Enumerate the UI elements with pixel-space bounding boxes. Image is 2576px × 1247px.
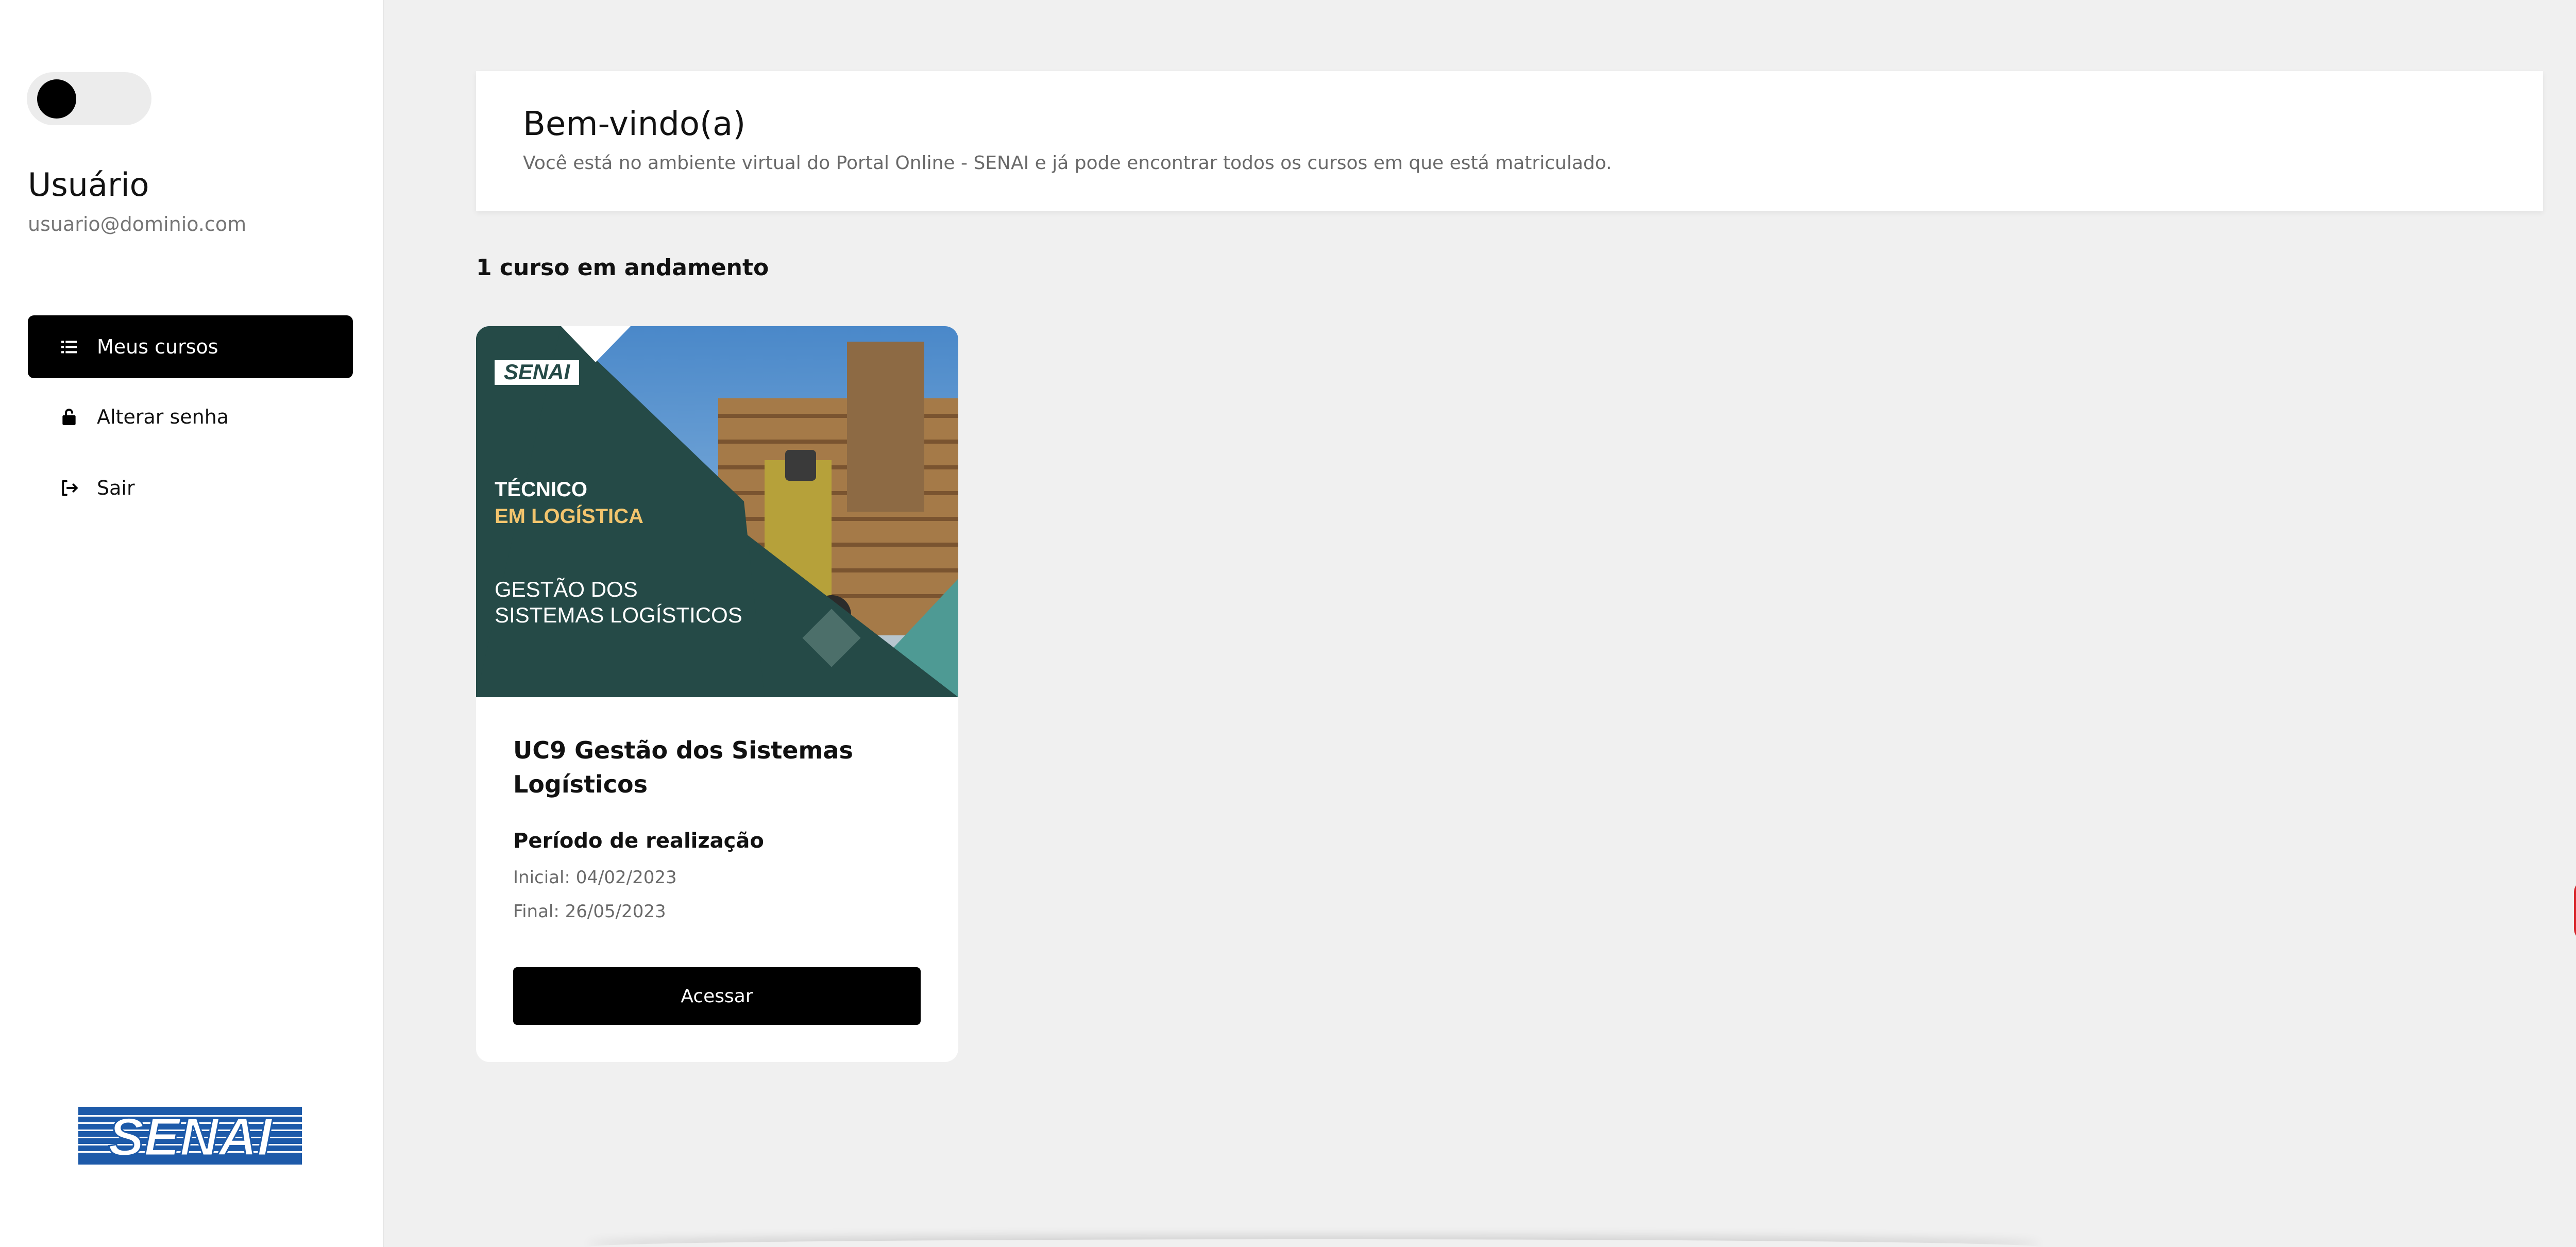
access-button[interactable]: Acessar	[513, 967, 921, 1025]
nav-item-meus-cursos[interactable]: Meus cursos	[28, 315, 353, 378]
user-name: Usuário	[28, 166, 149, 204]
course-banner: SENAI TÉCNICO EM LOGÍSTICA GESTÃO DOS SI…	[476, 326, 958, 697]
nav-item-sair[interactable]: Sair	[28, 457, 353, 519]
bottom-bar-shadow	[587, 1239, 2040, 1247]
lock-icon	[57, 405, 81, 429]
sidebar: Usuário usuario@dominio.com Meus cursos …	[0, 0, 384, 1247]
start-date: Inicial: 04/02/2023	[513, 867, 677, 888]
theme-toggle[interactable]	[27, 72, 151, 125]
banner-line4: SISTEMAS LOGÍSTICOS	[495, 603, 742, 627]
nav-label: Sair	[97, 477, 135, 499]
banner-line1: TÉCNICO	[495, 478, 587, 501]
nav-item-alterar-senha[interactable]: Alterar senha	[28, 385, 353, 448]
period-label: Período de realização	[513, 829, 764, 853]
welcome-title: Bem-vindo(a)	[523, 105, 746, 143]
nav-label: Meus cursos	[97, 335, 218, 358]
senai-logo-text: SENAI	[108, 1107, 273, 1165]
end-date: Final: 26/05/2023	[513, 901, 666, 922]
moon-icon	[110, 87, 122, 111]
nav-label: Alterar senha	[97, 406, 229, 428]
toggle-knob	[37, 79, 76, 119]
welcome-subtitle: Você está no ambiente virtual do Portal …	[523, 153, 1612, 174]
course-card: SENAI TÉCNICO EM LOGÍSTICA GESTÃO DOS SI…	[476, 326, 958, 1062]
logout-icon	[57, 476, 81, 500]
course-title: UC9 Gestão dos Sistemas Logísticos	[513, 736, 853, 798]
banner-line2: EM LOGÍSTICA	[495, 504, 643, 528]
list-icon	[57, 334, 81, 359]
course-count: 1 curso em andamento	[476, 255, 769, 281]
user-email: usuario@dominio.com	[28, 213, 247, 235]
accessibility-button[interactable]	[2574, 879, 2576, 942]
senai-logo: SENAI	[78, 1107, 302, 1165]
banner-brand: SENAI	[504, 360, 571, 384]
banner-line3: GESTÃO DOS	[495, 577, 638, 601]
welcome-panel: Bem-vindo(a) Você está no ambiente virtu…	[476, 71, 2543, 211]
